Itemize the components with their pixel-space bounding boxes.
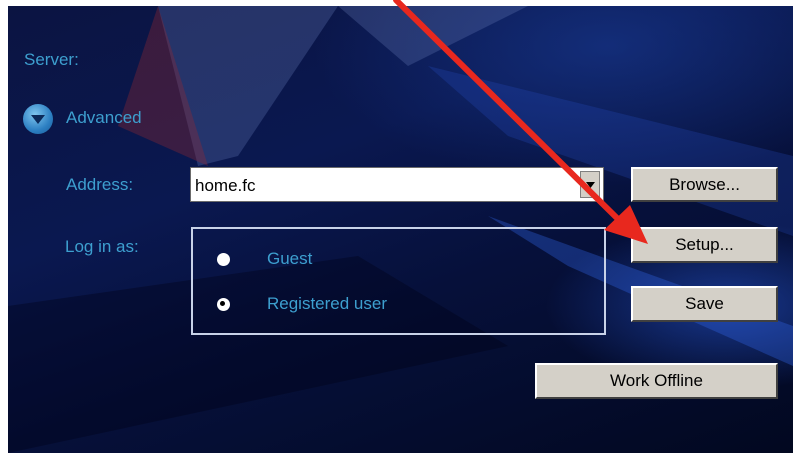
address-value[interactable]: home.fc: [195, 176, 255, 196]
guest-radio-label[interactable]: Guest: [267, 249, 312, 269]
login-options-group: Guest Registered user: [191, 227, 606, 335]
address-label: Address:: [66, 175, 134, 194]
advanced-toggle-label[interactable]: Advanced: [66, 108, 142, 128]
address-combobox[interactable]: home.fc: [190, 167, 604, 202]
work-offline-button[interactable]: Work Offline: [535, 363, 778, 399]
registered-user-radio-label[interactable]: Registered user: [267, 294, 387, 314]
login-as-label: Log in as:: [65, 237, 139, 256]
chevron-down-circle-icon[interactable]: [23, 104, 53, 134]
save-button[interactable]: Save: [631, 286, 778, 322]
chevron-down-icon[interactable]: [580, 171, 600, 198]
registered-user-radio[interactable]: [217, 298, 230, 311]
login-dialog-panel: Server: Advanced Address: home.fc Browse…: [8, 6, 793, 453]
guest-radio[interactable]: [217, 253, 230, 266]
browse-button[interactable]: Browse...: [631, 167, 778, 202]
server-label: Server:: [24, 50, 79, 69]
setup-button[interactable]: Setup...: [631, 227, 778, 263]
